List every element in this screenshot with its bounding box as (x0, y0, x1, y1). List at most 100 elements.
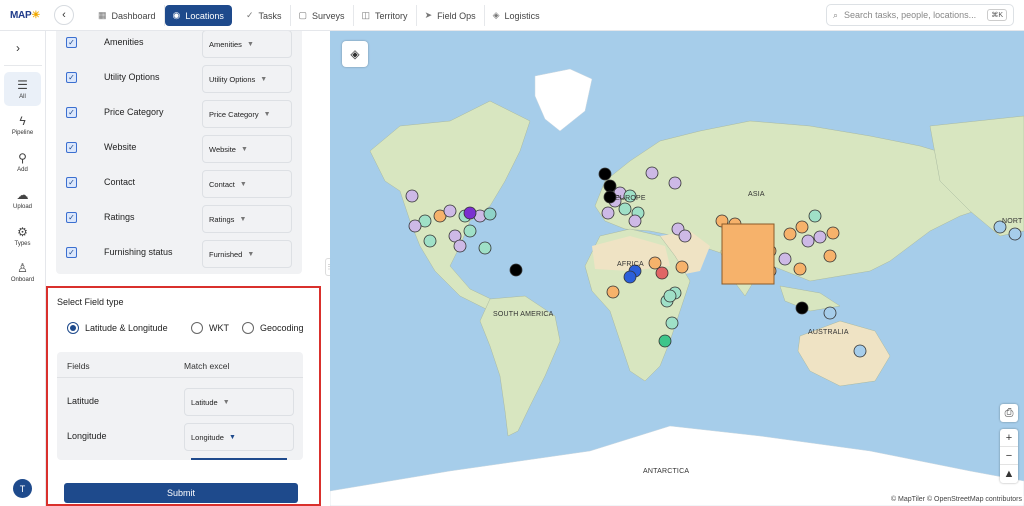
radio-wkt[interactable]: WKT (191, 322, 229, 334)
location-marker[interactable] (1008, 227, 1022, 241)
rail-expand-icon[interactable]: › (16, 41, 20, 55)
location-marker[interactable] (665, 316, 679, 330)
location-marker[interactable] (598, 167, 612, 181)
location-marker[interactable] (618, 202, 632, 216)
caret-down-icon: ▼ (260, 75, 268, 83)
location-marker[interactable] (408, 219, 422, 233)
location-marker[interactable] (623, 270, 637, 284)
row-checkbox[interactable]: ✓ (66, 107, 77, 118)
location-marker[interactable] (853, 344, 867, 358)
location-marker[interactable] (606, 285, 620, 299)
print-control[interactable]: ⎙ (1000, 404, 1018, 422)
row-checkbox[interactable]: ✓ (66, 142, 77, 153)
location-marker[interactable] (655, 266, 669, 280)
location-marker[interactable] (645, 166, 659, 180)
row-select[interactable]: Website ▼ (202, 135, 292, 163)
search-input[interactable]: Search tasks, people, locations... (844, 10, 976, 20)
location-marker[interactable] (823, 306, 837, 320)
avatar[interactable]: T (13, 479, 32, 498)
rail-item-pipeline[interactable]: ϟ Pipeline (4, 108, 41, 142)
zoom-out-button[interactable]: − (1000, 447, 1018, 465)
location-marker[interactable] (795, 220, 809, 234)
map-label-north: NORT (1002, 218, 1023, 225)
row-select[interactable]: Ratings ▼ (202, 205, 292, 233)
location-marker[interactable] (663, 289, 677, 303)
location-marker[interactable] (443, 204, 457, 218)
location-marker[interactable] (453, 239, 467, 253)
location-marker[interactable] (628, 214, 642, 228)
location-marker[interactable] (648, 256, 662, 270)
surveys-icon: ▢ (298, 10, 308, 20)
rail-item-add[interactable]: ⚲ Add (4, 145, 41, 179)
caret-down-icon: ▼ (246, 40, 254, 48)
submit-button[interactable]: Submit (64, 483, 298, 503)
nav-label: Dashboard (111, 10, 156, 21)
row-checkbox[interactable]: ✓ (66, 37, 77, 48)
location-marker[interactable] (509, 263, 523, 277)
nav-field-ops[interactable]: ➤ Field Ops (417, 5, 485, 26)
nav-logistics[interactable]: ◈ Logistics (485, 5, 548, 26)
row-checkbox[interactable]: ✓ (66, 212, 77, 223)
map-label-asia: ASIA (748, 191, 765, 198)
location-marker[interactable] (793, 262, 807, 276)
rail-item-upload[interactable]: ☁ Upload (4, 182, 41, 216)
row-checkbox[interactable]: ✓ (66, 177, 77, 188)
location-marker[interactable] (603, 179, 617, 193)
location-marker[interactable] (658, 334, 672, 348)
select-value: Furnished (209, 249, 243, 259)
location-marker[interactable] (423, 234, 437, 248)
location-marker[interactable] (405, 189, 419, 203)
location-marker[interactable] (823, 249, 837, 263)
app-logo[interactable]: MAP☀ (10, 10, 40, 21)
compass-button[interactable]: ▲ (1000, 465, 1018, 483)
world-map[interactable]: ◈ ASIA EUROPE AFRICA SOUTH AMERICA AUSTR… (330, 31, 1024, 506)
location-marker[interactable] (483, 207, 497, 221)
latitude-select[interactable]: Latitude ▼ (184, 388, 294, 416)
nav-locations[interactable]: ◉ Locations (164, 5, 232, 26)
rail-item-all[interactable]: ☰ All (4, 72, 41, 106)
zoom-in-button[interactable]: + (1000, 429, 1018, 447)
row-select[interactable]: Amenities ▼ (202, 31, 292, 58)
radio-lat-lng[interactable]: Latitude & Longitude (67, 322, 168, 334)
rail-item-onboard[interactable]: ♙ Onboard (4, 255, 41, 289)
row-checkbox[interactable]: ✓ (66, 72, 77, 83)
row-label: Contact (104, 177, 136, 187)
back-button[interactable]: ‹ (54, 5, 74, 25)
location-marker[interactable] (668, 176, 682, 190)
nav-surveys[interactable]: ▢ Surveys (291, 5, 354, 26)
longitude-select[interactable]: Longitude ▼ (184, 423, 294, 451)
global-search[interactable]: ⌕ Search tasks, people, locations... ⌘K (826, 4, 1014, 26)
location-marker[interactable] (463, 224, 477, 238)
location-marker[interactable] (678, 229, 692, 243)
location-cluster[interactable] (721, 223, 775, 285)
radio-button[interactable] (242, 322, 254, 334)
nav-tasks[interactable]: ✓ Tasks (238, 5, 291, 26)
location-marker[interactable] (808, 209, 822, 223)
row-select[interactable]: Contact ▼ (202, 170, 292, 198)
rail-item-types[interactable]: ⚙ Types (4, 219, 41, 253)
location-marker[interactable] (826, 226, 840, 240)
nav-territory[interactable]: ◫ Territory (354, 5, 417, 26)
radio-geocoding[interactable]: Geocoding (242, 322, 304, 334)
print-icon[interactable]: ⎙ (1000, 404, 1018, 422)
rail-label: Types (14, 241, 31, 247)
layers-button[interactable]: ◈ (342, 41, 368, 67)
row-select[interactable]: Furnished ▼ (202, 240, 292, 268)
location-marker[interactable] (813, 230, 827, 244)
location-marker[interactable] (778, 252, 792, 266)
location-marker[interactable] (795, 301, 809, 315)
radio-button-selected[interactable] (67, 322, 79, 334)
location-marker[interactable] (463, 206, 477, 220)
location-marker[interactable] (675, 260, 689, 274)
left-rail: › ☰ All ϟ Pipeline ⚲ Add ☁ Upload ⚙ Types ♙ On… (0, 31, 46, 506)
row-select[interactable]: Price Category ▼ (202, 100, 292, 128)
row-checkbox[interactable]: ✓ (66, 247, 77, 258)
nav-dashboard[interactable]: ▦ Dashboard (90, 5, 165, 26)
location-marker[interactable] (601, 206, 615, 220)
row-label: Price Category (104, 107, 164, 117)
radio-button[interactable] (191, 322, 203, 334)
location-marker[interactable] (801, 234, 815, 248)
location-marker[interactable] (783, 227, 797, 241)
row-select[interactable]: Utility Options ▼ (202, 65, 292, 93)
location-marker[interactable] (478, 241, 492, 255)
